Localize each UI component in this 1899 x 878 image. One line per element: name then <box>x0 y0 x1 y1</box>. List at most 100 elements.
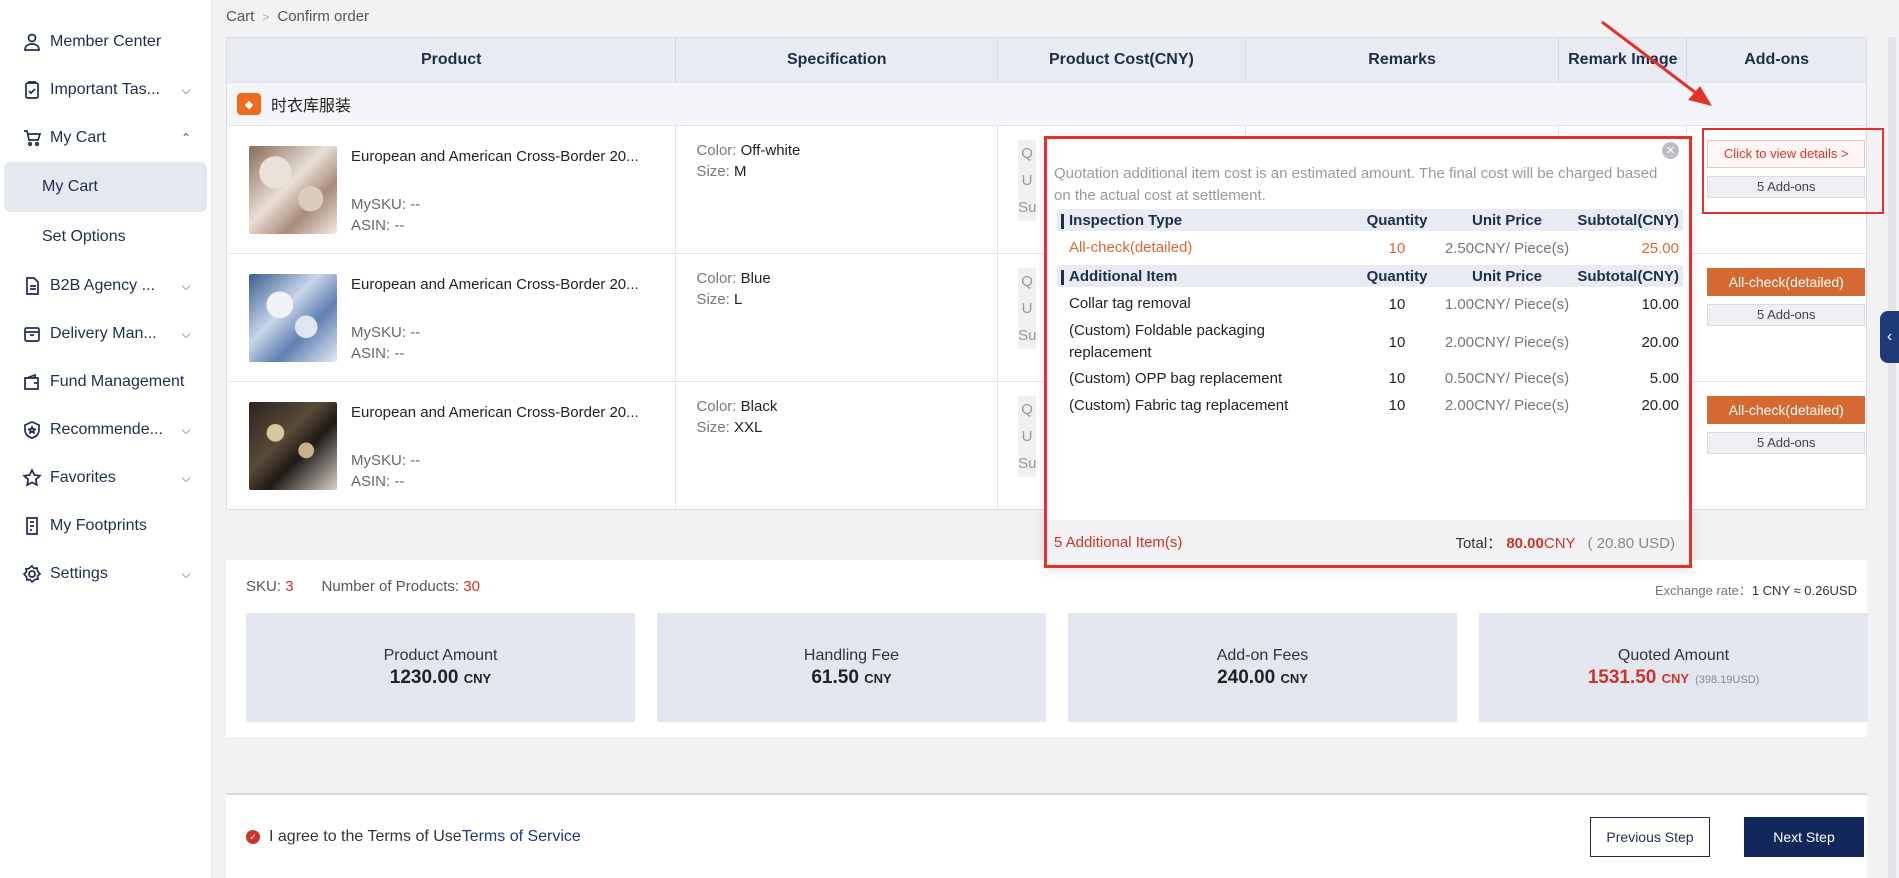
sidebar-item-my-cart[interactable]: My Cart ⌃ <box>0 114 211 162</box>
total-value: 80.00 <box>1506 535 1544 552</box>
spec-color-key: Color: <box>696 398 737 415</box>
delivery-icon <box>22 324 42 344</box>
product-count-label: Number of Products: <box>321 578 460 595</box>
item-quantity: 10 <box>1388 397 1406 414</box>
product-thumbnail[interactable] <box>249 402 337 490</box>
terms-link[interactable]: Terms of Service <box>462 828 581 846</box>
item-quantity: 10 <box>1388 370 1406 387</box>
addons-cell: All-check(detailed) 5 Add-ons <box>1687 254 1866 381</box>
inspection-type-button[interactable]: All-check(detailed) <box>1707 268 1866 296</box>
col-quantity: Quantity <box>1366 211 1428 229</box>
card-title: Add-on Fees <box>1216 646 1309 664</box>
additional-items-table: Additional Item Quantity Unit Price Subt… <box>1057 265 1683 419</box>
sidebar-item-member-center[interactable]: Member Center <box>0 18 211 66</box>
product-name[interactable]: European and American Cross-Border 20... <box>351 148 639 165</box>
item-unit-price: 2.00CNY/ Piece(s) <box>1444 397 1570 414</box>
spec-size: XXL <box>733 419 763 436</box>
inspection-table: Inspection Type Quantity Unit Price Subt… <box>1057 209 1683 263</box>
additional-header: Additional Item Quantity Unit Price Subt… <box>1057 265 1683 287</box>
store-name[interactable]: 时衣库服装 <box>271 92 351 116</box>
sidebar-item-b2b-agency[interactable]: B2B Agency ... ⌵ <box>0 262 211 310</box>
card-value-line: 1531.50 CNY (398.19USD) <box>1588 667 1760 689</box>
sidebar-item-settings[interactable]: Settings ⌵ <box>0 550 211 598</box>
inspection-type-button[interactable]: All-check(detailed) <box>1707 396 1866 424</box>
col-subtotal: Subtotal(CNY) <box>1577 211 1679 229</box>
product-amount-card: Product Amount 1230.00 CNY <box>246 613 635 722</box>
list-item: (Custom) Fabric tag replacement 10 2.00C… <box>1057 392 1683 419</box>
card-title: Product Amount <box>383 646 498 664</box>
sidebar-item-delivery-management[interactable]: Delivery Man... ⌵ <box>0 310 211 358</box>
sidebar-item-label: Member Center <box>50 33 162 50</box>
breadcrumb-cart[interactable]: Cart <box>226 8 254 25</box>
clipboard-icon <box>22 80 42 100</box>
total-currency: CNY <box>1543 535 1576 552</box>
user-icon <box>22 32 42 52</box>
sidebar-item-my-footprints[interactable]: My Footprints <box>0 502 211 550</box>
addons-count-button[interactable]: 5 Add-ons <box>1707 304 1866 326</box>
chevron-down-icon: ⌵ <box>181 422 191 437</box>
item-name: Collar tag removal <box>1069 295 1191 312</box>
cost-stub-quantity: Q <box>1018 140 1037 167</box>
spec-size: L <box>733 291 743 308</box>
spec-values: Color: Off-white Size: M <box>696 140 800 182</box>
addons-label: Add-ons <box>1767 307 1816 322</box>
previous-step-button[interactable]: Previous Step <box>1590 817 1710 857</box>
product-cell: European and American Cross-Border 20...… <box>227 126 677 253</box>
card-value: 240.00 <box>1217 666 1276 688</box>
footer-bar: ✓ I agree to the Terms of Use Terms of Se… <box>226 793 1867 878</box>
product-cell: European and American Cross-Border 20...… <box>227 382 677 509</box>
chevron-left-icon: ‹ <box>1886 328 1893 345</box>
product-asin: ASIN: -- <box>351 473 405 490</box>
addons-count: 5 <box>1756 307 1765 322</box>
spec-values: Color: Blue Size: L <box>696 268 770 310</box>
sidebar-item-favorites[interactable]: Favorites ⌵ <box>0 454 211 502</box>
agree-checkbox[interactable]: ✓ <box>246 830 260 844</box>
item-name: (Custom) OPP bag replacement <box>1069 369 1283 387</box>
cost-stub-quantity: Q <box>1018 268 1037 295</box>
highlight-frame <box>1702 128 1884 214</box>
addons-label: Add-ons <box>1767 435 1816 450</box>
card-value: 1531.50 <box>1587 666 1657 688</box>
sidebar-item-label: Fund Management <box>50 373 185 390</box>
document-icon <box>22 276 42 296</box>
card-currency: CNY <box>463 670 492 686</box>
sidebar-item-fund-management[interactable]: Fund Management <box>0 358 211 406</box>
header-remark-image: Remark Image <box>1559 38 1688 82</box>
product-thumbnail[interactable] <box>249 146 337 234</box>
product-name[interactable]: European and American Cross-Border 20... <box>351 404 639 421</box>
card-value: 61.50 <box>811 666 859 688</box>
list-item: (Custom) OPP bag replacement 10 0.50CNY/… <box>1057 365 1683 392</box>
collapse-panel-tab[interactable]: ‹ <box>1880 311 1899 363</box>
chevron-down-icon: ⌵ <box>181 470 191 485</box>
close-icon[interactable]: ✕ <box>1662 142 1679 159</box>
card-usd: (398.19USD) <box>1695 673 1760 686</box>
item-name: All-check(detailed) <box>1069 239 1193 256</box>
item-unit-price: 0.50CNY/ Piece(s) <box>1444 370 1570 387</box>
product-thumbnail[interactable] <box>249 274 337 362</box>
gear-icon <box>22 564 42 584</box>
sidebar-subitem-set-options[interactable]: Set Options <box>0 212 211 262</box>
exchange-rate: Exchange rate：1 CNY ≈ 0.26USD <box>1655 580 1857 599</box>
scrollbar[interactable] <box>1888 37 1896 878</box>
product-cell: European and American Cross-Border 20...… <box>227 254 677 381</box>
order-summary: SKU: 3 Number of Products: 30 Exchange r… <box>226 560 1868 737</box>
product-count: Number of Products: 30 <box>322 578 480 595</box>
sidebar-item-recommended[interactable]: Recommende... ⌵ <box>0 406 211 454</box>
item-subtotal: 20.00 <box>1641 333 1679 351</box>
item-unit-price: 2.50CNY/ Piece(s) <box>1444 239 1570 257</box>
sidebar-subitem-my-cart[interactable]: My Cart <box>4 162 207 212</box>
spec-color: Blue <box>740 270 771 287</box>
spec-values: Color: Black Size: XXL <box>696 396 777 438</box>
spec-color-line: Color: Black <box>696 396 777 417</box>
spec-cell: Color: Blue Size: L <box>676 254 999 381</box>
agree-text: I agree to the Terms of Use <box>269 828 462 845</box>
next-step-button[interactable]: Next Step <box>1744 817 1864 857</box>
sidebar-item-important-tasks[interactable]: Important Tas... ⌵ <box>0 66 211 114</box>
spec-color-line: Color: Off-white <box>696 140 800 161</box>
sidebar-item-label: Favorites <box>50 469 116 486</box>
addons-count: 5 <box>1756 435 1765 450</box>
chevron-down-icon: ⌵ <box>181 566 191 581</box>
addons-count-button[interactable]: 5 Add-ons <box>1707 432 1866 454</box>
product-name[interactable]: European and American Cross-Border 20... <box>351 276 639 293</box>
chevron-down-icon: ⌵ <box>181 278 191 293</box>
